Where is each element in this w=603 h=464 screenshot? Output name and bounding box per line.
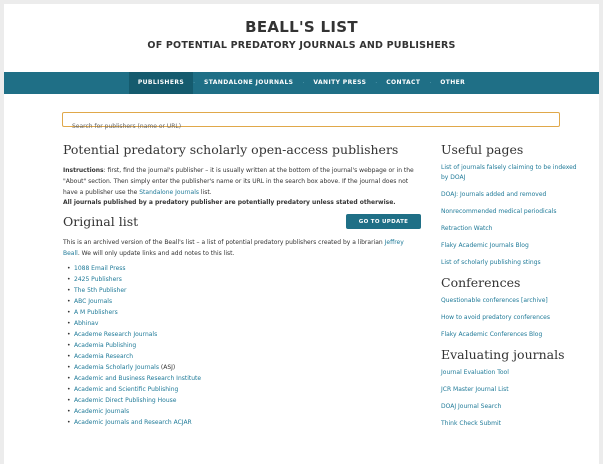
sidebar-link-row: Questionable conferences [archive] (441, 296, 581, 306)
archived-text: This is an archived version of the Beall… (63, 239, 385, 246)
predatory-note: All journals published by a predatory pu… (63, 199, 396, 206)
list-item: Academia Scholarly Journals (ASJ) (67, 362, 421, 373)
publisher-link[interactable]: A M Publishers (74, 309, 118, 316)
publisher-link[interactable]: Academic and Scientific Publishing (74, 386, 178, 393)
sidebar-link[interactable]: Flaky Academic Journals Blog (441, 241, 581, 251)
sidebar-link[interactable]: DOAJ Journal Search (441, 402, 581, 412)
list-item: Academic Journals and Research ACJAR (67, 417, 421, 428)
list-item: 2425 Publishers (67, 274, 421, 285)
list-item: Academe Research Journals (67, 329, 421, 340)
publisher-link[interactable]: The 5th Publisher (74, 287, 127, 294)
instructions-end: list. (199, 189, 212, 196)
archive-link[interactable]: [archive] (521, 297, 548, 304)
publisher-link[interactable]: Academic Direct Publishing House (74, 397, 176, 404)
sidebar-link[interactable]: DOAJ: Journals added and removed (441, 190, 581, 200)
publisher-link[interactable]: Academic Journals (74, 408, 129, 415)
instructions-label: Instructions (63, 167, 104, 174)
list-item: 1088 Email Press (67, 263, 421, 274)
site-title[interactable]: BEALL'S LIST (4, 18, 599, 36)
sidebar-link[interactable]: List of journals falsely claiming to be … (441, 163, 581, 183)
list-item: Abhinav (67, 318, 421, 329)
list-item: Academia Research (67, 351, 421, 362)
publisher-link[interactable]: 2425 Publishers (74, 276, 122, 283)
sidebar-link[interactable]: Journal Evaluation Tool (441, 368, 581, 378)
sidebar: Useful pages List of journals falsely cl… (441, 142, 581, 436)
list-item: ABC Journals (67, 296, 421, 307)
list-item: The 5th Publisher (67, 285, 421, 296)
evaluating-journals-title: Evaluating journals (441, 347, 565, 362)
standalone-journals-link[interactable]: Standalone Journals (139, 189, 199, 196)
sidebar-link[interactable]: Think Check Submit (441, 419, 581, 429)
sidebar-link[interactable]: Nonrecommended medical periodicals (441, 207, 581, 217)
instructions: Instructions: first, find the journal's … (63, 165, 421, 198)
nav-standalone-journals[interactable]: STANDALONE JOURNALS (195, 72, 302, 94)
sidebar-link[interactable]: How to avoid predatory conferences (441, 313, 581, 323)
site-header: BEALL'S LIST OF POTENTIAL PREDATORY JOUR… (4, 4, 599, 51)
original-list-header: Original list GO TO UPDATE (63, 212, 421, 234)
search-box (62, 112, 560, 133)
main-content: Potential predatory scholarly open-acces… (63, 142, 421, 428)
publisher-link[interactable]: Abhinav (74, 320, 98, 327)
list-item: Academic and Scientific Publishing (67, 384, 421, 395)
list-item: Academic and Business Research Institute (67, 373, 421, 384)
nav-publishers[interactable]: PUBLISHERS (128, 72, 194, 94)
site-subtitle: OF POTENTIAL PREDATORY JOURNALS AND PUBL… (147, 40, 456, 51)
publisher-link[interactable]: Academia Publishing (74, 342, 136, 349)
sidebar-link[interactable]: List of scholarly publishing stings (441, 258, 581, 268)
publisher-link[interactable]: Academia Research (74, 353, 133, 360)
archived-note: This is an archived version of the Beall… (63, 237, 421, 259)
nav-other[interactable]: OTHER (431, 72, 474, 94)
nav-contact[interactable]: CONTACT (377, 72, 429, 94)
original-list-title: Original list (63, 214, 139, 229)
useful-pages-title: Useful pages (441, 142, 524, 157)
publisher-link[interactable]: Academia Scholarly Journals (74, 364, 159, 371)
publisher-list: 1088 Email Press 2425 Publishers The 5th… (63, 263, 421, 428)
sidebar-link[interactable]: Retraction Watch (441, 224, 581, 234)
sidebar-link[interactable]: Questionable conferences (441, 297, 519, 304)
publisher-link[interactable]: Academe Research Journals (74, 331, 157, 338)
go-to-update-button[interactable]: GO TO UPDATE (346, 214, 421, 229)
nav-vanity-press[interactable]: VANITY PRESS (304, 72, 375, 94)
archived-end: . We will only update links and add note… (77, 250, 235, 257)
main-nav: PUBLISHERS · STANDALONE JOURNALS · VANIT… (4, 72, 599, 94)
publisher-link[interactable]: Academic and Business Research Institute (74, 375, 201, 382)
list-item: Academia Publishing (67, 340, 421, 351)
list-item: A M Publishers (67, 307, 421, 318)
publisher-link[interactable]: ABC Journals (74, 298, 112, 305)
sidebar-link[interactable]: JCR Master Journal List (441, 385, 581, 395)
search-input[interactable] (63, 120, 559, 133)
publisher-link[interactable]: 1088 Email Press (74, 265, 126, 272)
page-title: Potential predatory scholarly open-acces… (63, 142, 399, 157)
publisher-suffix: (ASJ) (158, 364, 176, 371)
list-item: Academic Direct Publishing House (67, 395, 421, 406)
instructions-text: : first, find the journal's publisher – … (63, 167, 414, 196)
publisher-link[interactable]: Academic Journals and Research ACJAR (74, 419, 192, 426)
page: BEALL'S LIST OF POTENTIAL PREDATORY JOUR… (4, 4, 599, 464)
sidebar-link[interactable]: Flaky Academic Conferences Blog (441, 330, 581, 340)
conferences-title: Conferences (441, 275, 521, 290)
list-item: Academic Journals (67, 406, 421, 417)
